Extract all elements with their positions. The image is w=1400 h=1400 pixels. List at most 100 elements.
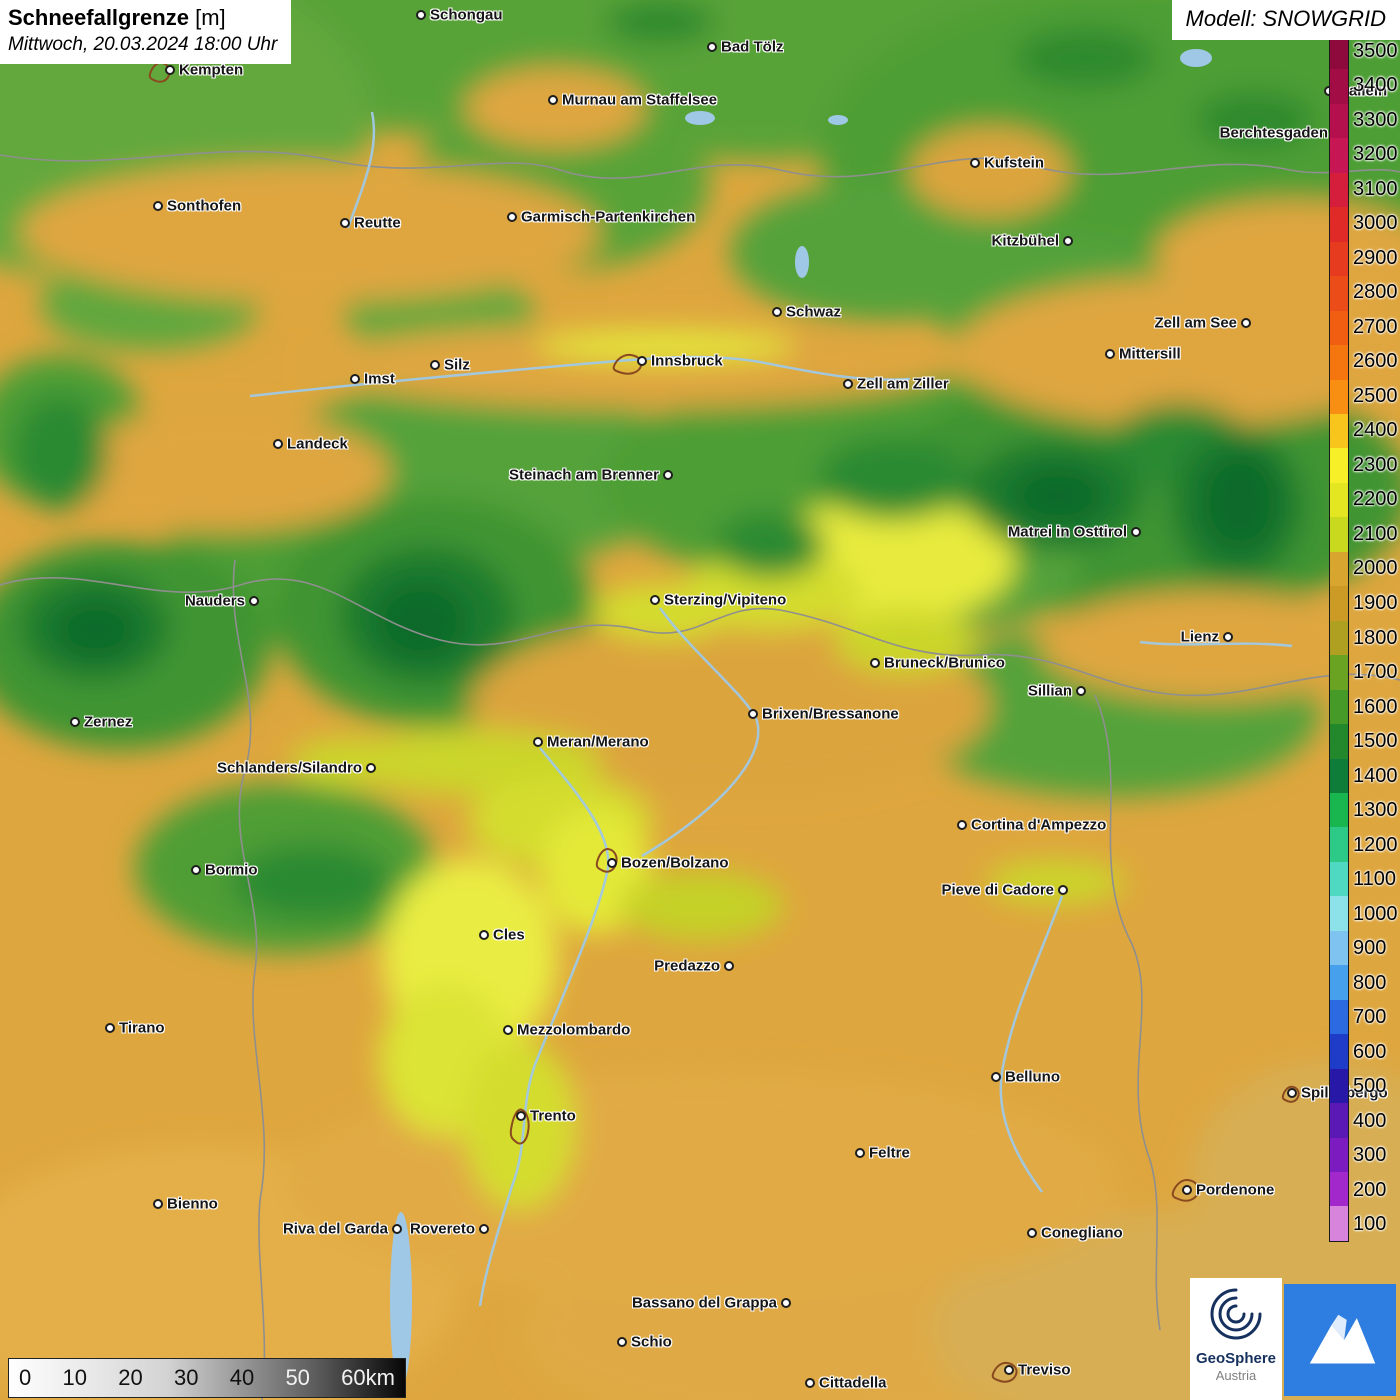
city-dot [748,709,758,719]
colorbar-segment [1330,380,1348,414]
city-dot [855,1148,865,1158]
colorbar-tick-label: 2300 [1353,448,1398,483]
city-label: Imst [364,371,395,388]
city-dot [1105,349,1115,359]
scalebar-label: 40 [230,1365,254,1391]
city-dot [273,439,283,449]
city-dot [516,1111,526,1121]
city-label: Zell am See [1154,315,1237,332]
city-dot [1241,318,1251,328]
scalebar-label: 0 [19,1365,31,1391]
city-dot [617,1337,627,1347]
city-dot [191,865,201,875]
city-dot [165,65,175,75]
city-dot [1058,885,1068,895]
colorbar-tick-label: 1500 [1353,724,1398,759]
city-dot [153,1199,163,1209]
city-dot [970,158,980,168]
colorbar-segment [1330,69,1348,103]
colorbar-tick-label: 800 [1353,966,1398,1001]
city-label: Zernez [84,714,132,731]
colorbar-segment [1330,690,1348,724]
city-label: Sillian [1028,683,1072,700]
colorbar-segment [1330,1103,1348,1137]
city-dot [1223,632,1233,642]
city-label: Rovereto [410,1221,475,1238]
city-label: Landeck [287,436,348,453]
colorbar-tick-label: 600 [1353,1035,1398,1070]
city-label: Garmisch-Partenkirchen [521,209,695,226]
city-label: Bozen/Bolzano [621,855,729,872]
colorbar-tick-label: 3200 [1353,138,1398,173]
city-dot [416,10,426,20]
colorbar-segment [1330,896,1348,930]
city-label: Bad Tölz [721,39,784,56]
city-dot [392,1224,402,1234]
colorbar-segment [1330,242,1348,276]
city-dot [650,595,660,605]
city-label: Mittersill [1119,346,1181,363]
city-label: Cortina d'Ampezzo [971,817,1106,834]
geosphere-name: GeoSphere [1190,1351,1282,1368]
city-dot [479,930,489,940]
city-label: Bruneck/Brunico [884,655,1005,672]
city-label: Meran/Merano [547,734,649,751]
colorbar-segment [1330,1206,1348,1240]
colorbar-segment [1330,827,1348,861]
colorbar-segment [1330,552,1348,586]
colorbar-segment [1330,621,1348,655]
colorbar-tick-label: 500 [1353,1069,1398,1104]
colorbar-segment [1330,1034,1348,1068]
colorbar-segment [1330,345,1348,379]
title-unit: [m] [195,5,226,30]
city-label: Bassano del Grappa [632,1295,777,1312]
city-dot [1004,1365,1014,1375]
colorbar-tick-label: 2400 [1353,414,1398,449]
city-label: Belluno [1005,1069,1060,1086]
city-label: Trento [530,1108,576,1125]
city-dot [957,820,967,830]
city-label: Nauders [185,593,245,610]
colorbar-tick-label: 2900 [1353,241,1398,276]
city-label: Schlanders/Silandro [217,760,362,777]
city-label: Reutte [354,215,401,232]
colorbar-segment [1330,724,1348,758]
colorbar-tick-label: 3100 [1353,172,1398,207]
city-dot [350,374,360,384]
title-text: Schneefallgrenze [8,5,189,30]
colorbar-labels: 3500340033003200310030002900280027002600… [1353,34,1398,1242]
city-dot [663,470,673,480]
city-label: Berchtesgaden [1220,125,1328,142]
colorbar-segment [1330,1000,1348,1034]
city-label: Tirano [119,1020,165,1037]
mountain-icon [1298,1298,1382,1382]
city-label: Mezzolombardo [517,1022,630,1039]
city-label: Lienz [1181,629,1219,646]
colorbar-segment [1330,1172,1348,1206]
colorbar-tick-label: 2700 [1353,310,1398,345]
city-dot [340,218,350,228]
colorbar-tick-label: 700 [1353,1000,1398,1035]
valid-time-label: Mittwoch, 20.03.2024 18:00 Uhr [8,34,277,56]
colorbar-segment [1330,173,1348,207]
city-layer: SchongauBad TölzKemptenMurnau am Staffel… [0,0,1400,1400]
colorbar-segment [1330,207,1348,241]
geosphere-swirl-icon [1204,1282,1268,1346]
city-dot [479,1224,489,1234]
city-dot [607,858,617,868]
colorbar-segment [1330,1069,1348,1103]
city-dot [70,717,80,727]
colorbar-segment [1330,759,1348,793]
city-label: Conegliano [1041,1225,1123,1242]
city-label: Steinach am Brenner [509,467,659,484]
colorbar-tick-label: 1600 [1353,690,1398,725]
map-title-box: Schneefallgrenze [m] Mittwoch, 20.03.202… [0,0,291,64]
colorbar-tick-label: 200 [1353,1173,1398,1208]
city-dot [724,961,734,971]
city-dot [707,42,717,52]
colorbar-tick-label: 1100 [1353,862,1398,897]
colorbar-segment [1330,448,1348,482]
colorbar-segment [1330,414,1348,448]
colorbar-tick-label: 1900 [1353,586,1398,621]
scalebar-label: 60km [341,1365,395,1391]
